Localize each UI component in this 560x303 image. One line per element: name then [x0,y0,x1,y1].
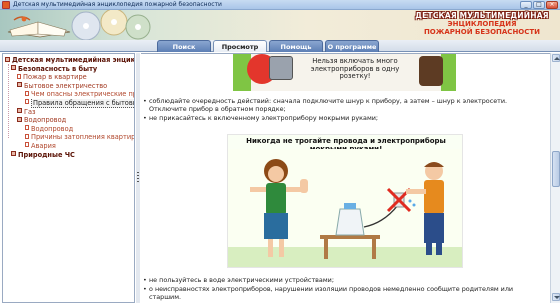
children-with-kettle-graphic [228,149,462,267]
page-icon [25,99,29,105]
tree-item-label: Безопасность в быту [18,64,98,73]
page-icon [25,133,29,139]
minimize-button[interactable]: _ [520,1,532,9]
tree-item-flooding-causes[interactable]: Причины затопления квартиры [5,133,134,142]
page-icon [25,90,29,96]
tree-item-appliance-rules[interactable]: Правила обращения с бытовы... [5,98,134,108]
page-icon [25,142,29,148]
tree-item-encyclopedia[interactable]: Детская мультимедийная энциклопе... [5,56,134,65]
navigation-tree-panel: Детская мультимедийная энциклопе... Безо… [2,53,135,303]
chevron-up-icon [554,57,560,60]
page-icon [17,73,21,79]
brand-line-3: ПОЖАРНОЙ БЕЗОПАСНОСТИ [423,28,541,36]
tab-about[interactable]: О программе [325,40,379,52]
tree-item-electric-dangers[interactable]: Чем опасны электрические при [5,90,134,99]
tree-item-label: Детская мультимедийная энциклопе... [12,56,134,64]
tree-item-plumbing[interactable]: Водопровод [5,116,134,125]
content-scrollbar[interactable] [550,53,560,303]
window-title: Детская мультимедийная энциклопедия пожа… [13,1,222,8]
bullet-item: не пользуйтесь в воде электрическими уст… [143,276,543,284]
bullet-item: не прикасайтесь к включенному электропри… [143,114,543,122]
bullet-item: о неисправностях электроприборов, наруше… [143,285,543,301]
bullet-item: соблюдайте очередность действий: сначала… [143,97,543,113]
tree-item-label: Авария [31,141,56,150]
book-icon [17,116,22,122]
tree-item-label: Природные ЧС [18,150,75,159]
tree-item-label: Пожар в квартире [23,73,87,82]
maximize-button[interactable]: □ [533,1,545,9]
scroll-down-button[interactable] [552,293,560,301]
nav-tabs: Поиск Просмотр Помощь О программе [157,40,381,52]
tree-item-home-safety[interactable]: Безопасность в быту [5,65,134,74]
tree-item-household-electricity[interactable]: Бытовое электричество [5,82,134,91]
tree-item-label: Причины затопления квартиры [31,133,134,142]
tree-item-label: Правила обращения с бытовы... [31,98,134,108]
tree-item-accident[interactable]: Авария [5,142,134,151]
tree-item-natural-emergencies[interactable]: Природные ЧС [5,151,134,160]
chevron-down-icon [554,296,560,299]
tree-item-gas[interactable]: Газ [5,108,134,117]
illustration-caption: Нельзя включать много электроприборов в … [310,57,400,80]
tree-item-label: Водопровод [24,116,67,125]
tab-view[interactable]: Просмотр [213,40,267,52]
book-icon [11,151,16,157]
tab-search[interactable]: Поиск [157,40,211,52]
book-icon [17,108,22,114]
tree-item-plumbing-page[interactable]: Водопровод [5,125,134,134]
book-icon [5,56,10,62]
brand-line-1: ДЕТСКАЯ МУЛЬТИМЕДИЙНАЯ [415,11,549,20]
brand-title: ДЕТСКАЯ МУЛЬТИМЕДИЙНАЯ ЭНЦИКЛОПЕДИЯ ПОЖА… [412,11,552,37]
plug-icon [419,56,443,86]
article-content: Нельзя включать много электроприборов в … [141,53,550,303]
tree-item-label: Газ [24,107,36,116]
window-titlebar: Детская мультимедийная энциклопедия пожа… [0,0,560,10]
overload-socket-illustration: Нельзя включать много электроприборов в … [233,54,456,91]
book-logo-icon [7,16,71,38]
splitter-grip-icon[interactable] [137,172,139,182]
tab-help[interactable]: Помощь [269,40,323,52]
scroll-thumb[interactable] [552,151,560,187]
tree-item-apartment-fire[interactable]: Пожар в квартире [5,73,134,82]
brand-line-2: ЭНЦИКЛОПЕДИЯ [447,20,517,28]
wet-hands-illustration: Никогда не трогайте провода и электропри… [227,134,463,268]
header-banner: ДЕТСКАЯ МУЛЬТИМЕДИЙНАЯ ЭНЦИКЛОПЕДИЯ ПОЖА… [0,10,560,40]
app-icon [2,1,10,9]
tree-item-label: Бытовое электричество [24,81,108,90]
scroll-up-button[interactable] [552,54,560,62]
window-controls: _ □ × [520,1,558,9]
close-button[interactable]: × [546,1,558,9]
tree-item-label: Водопровод [31,124,74,133]
tree-item-label: Чем опасны электрические при [31,90,134,99]
navigation-tree: Детская мультимедийная энциклопе... Безо… [5,56,134,159]
book-icon [11,65,16,71]
page-icon [25,125,29,131]
nav-bar: Поиск Просмотр Помощь О программе [0,40,560,52]
book-icon [17,82,22,88]
power-socket-icon [269,56,293,80]
